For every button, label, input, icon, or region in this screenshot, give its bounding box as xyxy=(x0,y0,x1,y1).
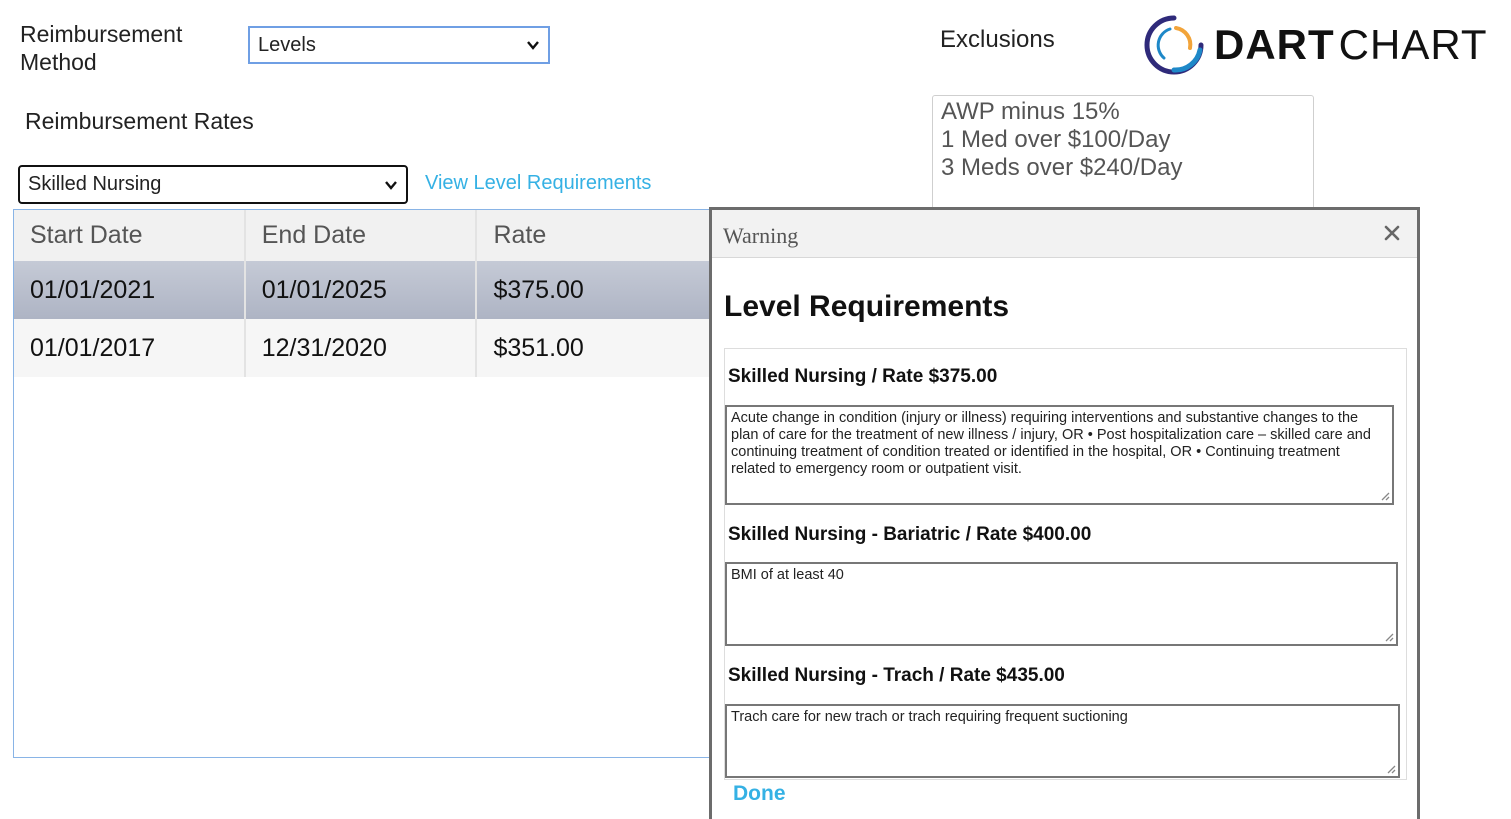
column-header-rate[interactable]: Rate xyxy=(477,210,709,261)
modal-title: Level Requirements xyxy=(724,290,1010,323)
table-cell-end-date: 01/01/2025 xyxy=(246,261,478,319)
reimbursement-method-value: Levels xyxy=(258,33,316,56)
table-row[interactable]: 01/01/2021 01/01/2025 $375.00 xyxy=(14,261,709,319)
requirements-panel: Skilled Nursing / Rate $375.00 Acute cha… xyxy=(724,348,1407,780)
requirement-text: Acute change in condition (injury or ill… xyxy=(731,410,1371,477)
chevron-down-icon xyxy=(385,180,397,190)
level-select[interactable]: Skilled Nursing xyxy=(18,165,408,204)
requirement-textarea[interactable]: Trach care for new trach or trach requir… xyxy=(725,704,1400,778)
dartchart-logo-mark-icon xyxy=(1144,15,1204,75)
reimbursement-method-label: Reimbursement Method xyxy=(20,21,183,75)
table-cell-start-date: 01/01/2021 xyxy=(14,261,246,319)
column-header-end-date[interactable]: End Date xyxy=(246,210,478,261)
modal-header[interactable]: Warning xyxy=(712,210,1417,258)
requirement-label: Skilled Nursing - Trach / Rate $435.00 xyxy=(728,665,1065,686)
reimbursement-rates-label: Reimbursement Rates xyxy=(25,108,254,134)
requirement-label: Skilled Nursing - Bariatric / Rate $400.… xyxy=(728,524,1092,545)
requirement-textarea[interactable]: Acute change in condition (injury or ill… xyxy=(725,405,1394,505)
table-header-row: Start Date End Date Rate xyxy=(14,210,709,261)
modal-header-title: Warning xyxy=(723,223,799,248)
logo-word-chart: CHART xyxy=(1338,21,1488,68)
chevron-down-icon xyxy=(527,41,539,50)
table-cell-rate: $351.00 xyxy=(493,333,584,362)
table-cell-rate: $375.00 xyxy=(493,275,584,304)
requirement-label: Skilled Nursing / Rate $375.00 xyxy=(728,366,998,387)
exclusion-item[interactable]: AWP minus 15% xyxy=(941,98,1305,126)
exclusions-list[interactable]: AWP minus 15% 1 Med over $100/Day 3 Meds… xyxy=(932,95,1314,215)
logo-word-dart: DART xyxy=(1214,21,1335,68)
view-level-requirements-link[interactable]: View Level Requirements xyxy=(425,172,651,195)
requirement-textarea[interactable]: BMI of at least 40 xyxy=(725,562,1398,646)
level-select-value: Skilled Nursing xyxy=(28,173,162,195)
resize-grip-icon[interactable] xyxy=(1383,631,1394,642)
exclusion-item[interactable]: 3 Meds over $240/Day xyxy=(941,154,1305,182)
resize-grip-icon[interactable] xyxy=(1385,763,1396,774)
close-icon xyxy=(1384,225,1400,241)
column-header-start-date[interactable]: Start Date xyxy=(14,210,246,261)
dartchart-logo: DART CHART xyxy=(1140,12,1500,78)
rates-table: Start Date End Date Rate 01/01/2021 01/0… xyxy=(13,209,725,758)
requirement-text: BMI of at least 40 xyxy=(731,567,844,583)
table-cell-end-date: 12/31/2020 xyxy=(246,319,478,377)
reimbursement-method-select[interactable]: Levels xyxy=(248,26,550,64)
resize-grip-icon[interactable] xyxy=(1379,490,1390,501)
exclusions-label: Exclusions xyxy=(940,26,1055,53)
close-button[interactable] xyxy=(1379,220,1405,246)
requirement-text: Trach care for new trach or trach requir… xyxy=(731,709,1128,725)
done-button[interactable]: Done xyxy=(733,782,786,806)
exclusion-item[interactable]: 1 Med over $100/Day xyxy=(941,126,1305,154)
table-cell-start-date: 01/01/2017 xyxy=(14,319,246,377)
level-requirements-modal: Warning Level Requirements Skilled Nursi… xyxy=(709,207,1420,819)
table-row[interactable]: 01/01/2017 12/31/2020 $351.00 xyxy=(14,319,709,377)
